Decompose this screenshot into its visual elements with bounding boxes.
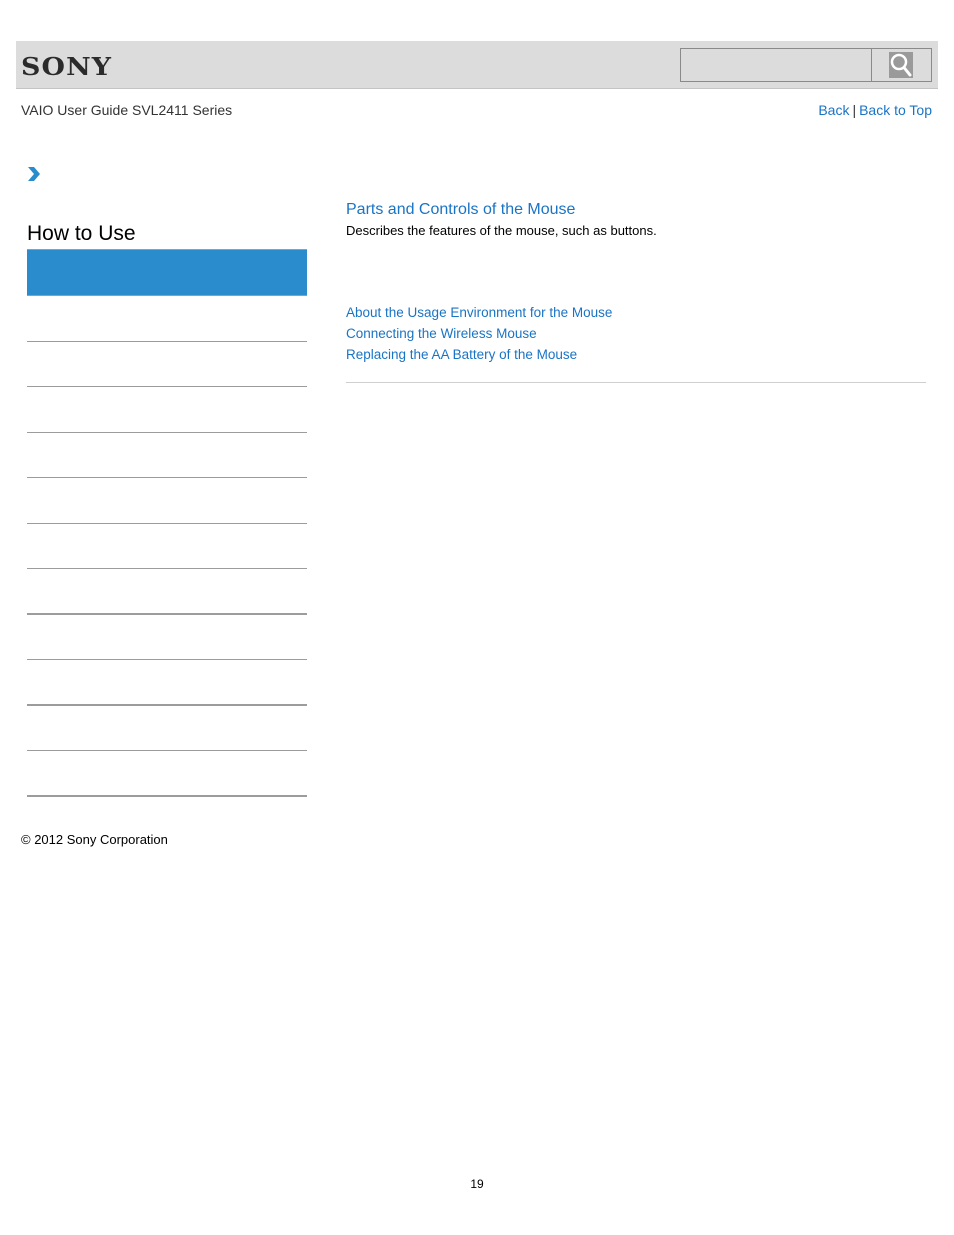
- sidebar-item[interactable]: [27, 524, 307, 569]
- header-bar: SONY: [16, 41, 938, 89]
- related-links: About the Usage Environment for the Mous…: [346, 302, 612, 365]
- sidebar-item-active[interactable]: [27, 249, 307, 296]
- guide-title: VAIO User Guide SVL2411 Series: [21, 102, 233, 118]
- sidebar-nav: [27, 249, 307, 797]
- top-nav: Back | Back to Top: [818, 102, 932, 118]
- related-link[interactable]: About the Usage Environment for the Mous…: [346, 302, 612, 323]
- chevron-right-icon[interactable]: [27, 166, 41, 182]
- nav-separator: |: [852, 102, 857, 118]
- related-link[interactable]: Connecting the Wireless Mouse: [346, 323, 612, 344]
- topic-description: Describes the features of the mouse, suc…: [346, 223, 657, 238]
- sidebar-item[interactable]: [27, 433, 307, 478]
- sidebar-item[interactable]: [27, 478, 307, 524]
- content-divider: [346, 382, 926, 383]
- topic-title-link[interactable]: Parts and Controls of the Mouse: [346, 200, 926, 219]
- related-link[interactable]: Replacing the AA Battery of the Mouse: [346, 344, 612, 365]
- search-input[interactable]: [680, 48, 872, 82]
- search-button[interactable]: [871, 48, 932, 82]
- back-to-top-link[interactable]: Back to Top: [859, 102, 932, 118]
- page-number: 19: [470, 1177, 484, 1191]
- main-content: Parts and Controls of the Mouse Describe…: [346, 200, 926, 239]
- search-icon: [889, 52, 913, 78]
- sidebar-item[interactable]: [27, 660, 307, 706]
- back-link[interactable]: Back: [818, 102, 849, 118]
- copyright: © 2012 Sony Corporation: [21, 832, 168, 847]
- sidebar-item[interactable]: [27, 615, 307, 660]
- section-title: How to Use: [27, 222, 136, 245]
- sidebar-item[interactable]: [27, 751, 307, 797]
- sidebar-item[interactable]: [27, 569, 307, 615]
- sidebar-item[interactable]: [27, 387, 307, 433]
- sidebar-item[interactable]: [27, 342, 307, 387]
- sony-logo[interactable]: SONY: [21, 52, 112, 81]
- sidebar-item[interactable]: [27, 296, 307, 342]
- sidebar-item[interactable]: [27, 706, 307, 751]
